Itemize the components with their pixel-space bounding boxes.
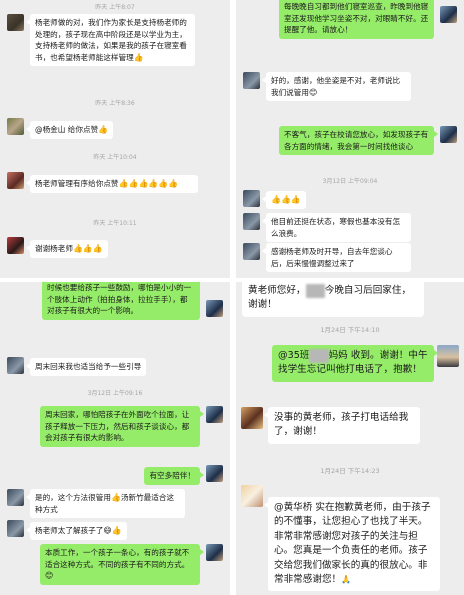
thumbs-up-icon: 👍 bbox=[110, 493, 121, 502]
avatar[interactable] bbox=[243, 72, 260, 89]
message-text: 感谢杨老师及时开导，自去年您谈心后，后来慢慢调整过来了 bbox=[271, 247, 393, 268]
timestamp: 昨天 上午10:11 bbox=[93, 220, 137, 227]
avatar[interactable] bbox=[243, 213, 260, 230]
avatar[interactable] bbox=[206, 300, 223, 317]
message-text: 黄老师您好， bbox=[248, 285, 306, 296]
message-text: 每晚晚自习都到他们寝室巡查，昨晚到他寝室还发现他学习坐姿不对，对眼睛不好。还提醒… bbox=[284, 2, 429, 34]
message-bubble[interactable]: 杨老师做的对，我们作为家长是支持杨老师的处理的，孩子现在高中阶段还是以学业为主，… bbox=[26, 14, 195, 66]
message-bubble[interactable]: 是的，这个方法很管用👍汤新竹最适合这种方式 bbox=[26, 489, 185, 518]
avatar[interactable] bbox=[243, 190, 260, 207]
message-text: 好的，感谢，他坐姿是不对，老师说比我们说管用 bbox=[271, 76, 401, 97]
message-bubble[interactable]: @35班某某妈妈 收到。谢谢！中午找学生忘记叫他打电话了，抱歉！ bbox=[272, 345, 438, 382]
message-text: 杨老师管理有序给你点赞 bbox=[35, 179, 119, 188]
smile-icon: 😊 bbox=[308, 87, 318, 97]
smile-icon: 😊 bbox=[45, 571, 54, 580]
avatar[interactable] bbox=[7, 14, 24, 31]
chat-panel-top-right: 每晚晚自习都到他们寝室巡查，昨晚到他寝室还发现他学习坐姿不对，对眼睛不好。还提醒… bbox=[236, 0, 464, 278]
message-bubble[interactable]: 杨老师管理有序给你点赞👍👍👍👍👍👍 bbox=[26, 175, 198, 193]
avatar[interactable] bbox=[7, 489, 24, 506]
timestamp: 昨天 上午10:04 bbox=[93, 154, 137, 161]
redacted-name: 某某 bbox=[305, 284, 325, 299]
thumbs-up-icon: 👍👍👍👍👍👍 bbox=[118, 179, 179, 188]
pray-icon: 🙏 bbox=[341, 575, 352, 585]
message-bubble[interactable]: @黄华桥 实在抱歉黄老师，由于孩子的不懂事，让您担心了也找了半天。非常非常感谢您… bbox=[264, 497, 440, 592]
avatar[interactable] bbox=[241, 485, 263, 507]
thumbs-up-icon: 👍👍👍 bbox=[271, 195, 301, 204]
message-text: 不客气，孩子在校请您放心，如发现孩子有各方面的情绪，我会第一时间找他谈心 bbox=[284, 130, 429, 151]
timestamp: 1月24日 下午14:23 bbox=[320, 467, 380, 475]
message-bubble[interactable]: @杨金山 给你点赞👍 bbox=[25, 121, 114, 139]
message-text: 是的，这个方法很管用 bbox=[35, 493, 111, 502]
avatar[interactable] bbox=[7, 118, 24, 135]
timestamp: 昨天 上午8:36 bbox=[95, 100, 135, 107]
message-text: 没事的黄老师，孩子打电话给我了，谢谢！ bbox=[274, 412, 409, 438]
message-text: 他目前还挺在状态，寒假也基本没有怎么浪费。 bbox=[271, 217, 401, 238]
message-bubble[interactable]: 每晚晚自习都到他们寝室巡查，昨晚到他寝室还发现他学习坐姿不对，对眼睛不好。还提醒… bbox=[279, 0, 434, 39]
avatar[interactable] bbox=[440, 126, 457, 143]
message-text: 有空多陪伴！ bbox=[149, 471, 195, 480]
message-text: 杨老师做的对，我们作为家长是支持杨老师的处理的，孩子现在高中阶段还是以学业为主，… bbox=[35, 18, 187, 62]
avatar[interactable] bbox=[241, 407, 263, 429]
avatar[interactable] bbox=[440, 6, 457, 23]
redacted-name: 某某 bbox=[309, 349, 329, 364]
message-bubble[interactable]: 👍👍👍 bbox=[262, 191, 306, 209]
chat-panel-top-left: 昨天 上午8:07 杨老师做的对，我们作为家长是支持杨老师的处理的，孩子现在高中… bbox=[0, 0, 230, 278]
message-text: @杨金山 给你点赞 bbox=[35, 125, 99, 134]
message-text: 谢谢杨老师 bbox=[35, 244, 73, 253]
avatar[interactable] bbox=[7, 172, 24, 189]
timestamp: 3月12日 上午09:04 bbox=[322, 178, 378, 185]
avatar[interactable] bbox=[243, 243, 260, 260]
message-bubble[interactable]: 本质工作，一个孩子一条心，有的孩子就不适合这种方式。不同的孩子有不同的方式。 😊 bbox=[40, 544, 204, 585]
message-bubble[interactable]: 好的，感谢，他坐姿是不对，老师说比我们说管用😊 bbox=[262, 72, 411, 101]
thumbs-up-icon: 👍 bbox=[133, 52, 144, 62]
timestamp: 1月24日 下午14:10 bbox=[320, 326, 380, 334]
message-bubble[interactable]: 不客气，孩子在校请您放心，如发现孩子有各方面的情绪，我会第一时间找他谈心 bbox=[279, 126, 438, 155]
message-text: 周末回家，哪怕陪孩子在外面吃个拉面，让孩子释放一下压力，然后和孩子谈谈心，都会对… bbox=[45, 410, 190, 442]
avatar[interactable] bbox=[437, 345, 459, 367]
chat-panel-bottom-right: 黄老师您好，某某今晚自习后回家住，谢谢！ 1月24日 下午14:10 @35班某… bbox=[236, 282, 464, 595]
message-bubble[interactable]: 感谢杨老师及时开导，自去年您谈心后，后来慢慢调整过来了 bbox=[262, 243, 411, 272]
smile-icon: 😄👍 bbox=[103, 526, 122, 535]
avatar[interactable] bbox=[206, 465, 223, 482]
avatar[interactable] bbox=[7, 357, 24, 374]
message-text: 本质工作，一个孩子一条心，有的孩子就不适合这种方式。不同的孩子有不同的方式。 bbox=[45, 548, 190, 569]
message-text: @黄华桥 实在抱歉黄老师，由于孩子的不懂事，让您担心了也找了半天。非常非常感谢您… bbox=[274, 502, 431, 586]
message-text: 周末回来我也适当给予一些引导 bbox=[35, 362, 142, 371]
timestamp: 昨天 上午8:07 bbox=[95, 4, 135, 11]
message-bubble[interactable]: 有空多陪伴！ bbox=[144, 467, 204, 485]
thumbs-up-icon: 👍👍👍 bbox=[72, 244, 103, 253]
message-bubble[interactable]: 黄老师您好，某某今晚自习后回家住，谢谢！ bbox=[242, 282, 424, 317]
avatar[interactable] bbox=[206, 544, 223, 561]
avatar[interactable] bbox=[206, 406, 223, 423]
avatar[interactable] bbox=[7, 520, 24, 537]
thumbs-up-icon: 👍 bbox=[98, 125, 109, 134]
message-bubble[interactable]: 周末回来我也适当给予一些引导 bbox=[25, 358, 147, 376]
message-text: 时候也要给孩子一些鼓励，哪怕是小小的一个肢体上动作（拍拍身体，拉拉手手），都对孩… bbox=[47, 283, 192, 315]
message-bubble[interactable]: 他目前还挺在状态，寒假也基本没有怎么浪费。 bbox=[262, 213, 411, 242]
timestamp: 3月12日 上午09:16 bbox=[87, 390, 143, 397]
message-text: @35班 bbox=[278, 350, 310, 361]
message-text: 杨老师太了解孩子了 bbox=[35, 526, 104, 535]
message-bubble[interactable]: 周末回家，哪怕陪孩子在外面吃个拉面，让孩子释放一下压力，然后和孩子谈谈心，都会对… bbox=[40, 406, 204, 447]
message-bubble[interactable]: 没事的黄老师，孩子打电话给我了，谢谢！ bbox=[264, 407, 420, 444]
chat-panel-bottom-left: 时候也要给孩子一些鼓励，哪怕是小小的一个肢体上动作（拍拍身体，拉拉手手），都对孩… bbox=[0, 282, 230, 595]
avatar[interactable] bbox=[7, 237, 24, 254]
message-bubble[interactable]: 时候也要给孩子一些鼓励，哪怕是小小的一个肢体上动作（拍拍身体，拉拉手手），都对孩… bbox=[42, 282, 200, 320]
message-bubble[interactable]: 谢谢杨老师👍👍👍 bbox=[26, 240, 108, 258]
message-bubble[interactable]: 杨老师太了解孩子了😄👍 bbox=[26, 522, 127, 540]
